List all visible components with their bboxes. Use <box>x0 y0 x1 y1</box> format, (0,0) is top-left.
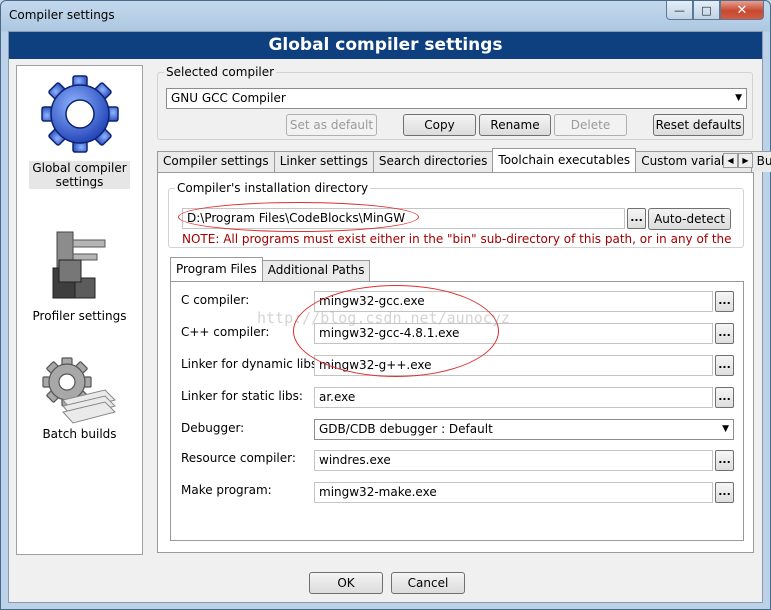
close-icon: ✕ <box>736 2 748 18</box>
window-title: Compiler settings <box>9 8 115 22</box>
compiler-settings-window: Compiler settings — □ ✕ Global compiler … <box>0 0 771 610</box>
install-dir-input[interactable]: D:\Program Files\CodeBlocks\MinGW <box>182 208 625 229</box>
copy-button[interactable]: Copy <box>403 114 476 136</box>
debugger-select-value: GDB/CDB debugger : Default <box>319 422 493 436</box>
title-bar[interactable]: Compiler settings — □ ✕ <box>1 1 770 31</box>
tab-program-files[interactable]: Program Files <box>170 257 263 281</box>
batch-builds-icon <box>41 357 116 424</box>
install-dir-label: Compiler's installation directory <box>175 181 371 195</box>
maximize-button[interactable]: □ <box>693 1 720 20</box>
tab-toolchain-executables[interactable]: Toolchain executables <box>492 148 637 172</box>
settings-category-list: Global compiler settings Profiler setting… <box>16 65 143 555</box>
chevron-right-icon: ▶ <box>742 156 749 165</box>
compiler-select-value: GNU GCC Compiler <box>171 91 286 105</box>
c-compiler-label: C compiler: <box>181 293 250 307</box>
sidebar-item-label: Profiler settings <box>32 309 127 323</box>
sidebar-item-batch-builds[interactable]: Batch builds <box>17 354 142 441</box>
cpp-compiler-label: C++ compiler: <box>181 325 270 339</box>
chevron-down-icon: ▼ <box>722 424 729 434</box>
minimize-icon: — <box>674 3 685 17</box>
set-as-default-button[interactable]: Set as default <box>286 114 377 136</box>
debugger-select[interactable]: GDB/CDB debugger : Default ▼ <box>314 419 734 440</box>
tab-scroll-right-button[interactable]: ▶ <box>738 153 753 168</box>
program-files-page: C compiler: mingw32-gcc.exe ... C++ comp… <box>170 281 744 541</box>
install-dir-browse-button[interactable]: ... <box>627 208 646 229</box>
dialog-client: Global compiler settings Global compiler… <box>8 31 771 603</box>
rename-button[interactable]: Rename <box>479 114 551 136</box>
make-program-label: Make program: <box>181 483 272 497</box>
linker-dynamic-input[interactable]: mingw32-g++.exe <box>314 355 713 376</box>
gear-icon <box>40 75 119 153</box>
auto-detect-button[interactable]: Auto-detect <box>648 208 731 230</box>
resource-compiler-input[interactable]: windres.exe <box>314 450 713 471</box>
install-dir-note: NOTE: All programs must exist either in … <box>182 232 732 246</box>
profiler-icon <box>52 231 105 299</box>
cancel-button[interactable]: Cancel <box>391 572 465 594</box>
program-tabs: Program Files Additional Paths <box>170 257 371 281</box>
sidebar-item-global-compiler[interactable]: Global compiler settings <box>17 74 142 189</box>
c-compiler-input[interactable]: mingw32-gcc.exe <box>314 291 713 312</box>
linker-static-browse-button[interactable]: ... <box>715 387 734 408</box>
selected-compiler-label: Selected compiler <box>164 65 277 79</box>
minimize-button[interactable]: — <box>666 1 693 20</box>
c-compiler-browse-button[interactable]: ... <box>715 291 734 312</box>
compiler-select[interactable]: GNU GCC Compiler ▼ <box>166 88 747 109</box>
linker-static-label: Linker for static libs: <box>181 389 303 403</box>
tab-linker-settings[interactable]: Linker settings <box>273 151 374 172</box>
toolchain-executables-page: Compiler's installation directory D:\Pro… <box>157 172 754 553</box>
close-button[interactable]: ✕ <box>720 1 764 20</box>
cpp-compiler-input[interactable]: mingw32-gcc-4.8.1.exe <box>314 323 713 344</box>
sidebar-item-label: Global compiler settings <box>29 161 130 189</box>
linker-dynamic-label: Linker for dynamic libs: <box>181 357 322 371</box>
reset-defaults-button[interactable]: Reset defaults <box>653 114 744 136</box>
cpp-compiler-browse-button[interactable]: ... <box>715 323 734 344</box>
caption-buttons: — □ ✕ <box>666 1 764 20</box>
make-program-input[interactable]: mingw32-make.exe <box>314 482 713 503</box>
linker-static-input[interactable]: ar.exe <box>314 387 713 408</box>
debugger-label: Debugger: <box>181 421 245 435</box>
maximize-icon: □ <box>701 3 712 17</box>
tab-scroll-left-button[interactable]: ◀ <box>723 153 738 168</box>
make-program-browse-button[interactable]: ... <box>715 482 734 503</box>
delete-button[interactable]: Delete <box>554 114 627 136</box>
ok-button[interactable]: OK <box>309 572 383 594</box>
chevron-left-icon: ◀ <box>727 156 734 165</box>
tab-compiler-settings[interactable]: Compiler settings <box>157 151 275 172</box>
tab-search-directories[interactable]: Search directories <box>372 151 494 172</box>
resource-compiler-browse-button[interactable]: ... <box>715 450 734 471</box>
page-title: Global compiler settings <box>9 32 762 59</box>
settings-tabs: Compiler settings Linker settings Search… <box>157 148 771 172</box>
tab-additional-paths[interactable]: Additional Paths <box>261 260 371 281</box>
sidebar-item-profiler[interactable]: Profiler settings <box>17 226 142 323</box>
resource-compiler-label: Resource compiler: <box>181 451 296 465</box>
sidebar-item-label: Batch builds <box>42 427 117 441</box>
chevron-down-icon: ▼ <box>735 93 742 103</box>
tab-build-options[interactable]: Bui <box>750 151 771 172</box>
linker-dynamic-browse-button[interactable]: ... <box>715 355 734 376</box>
